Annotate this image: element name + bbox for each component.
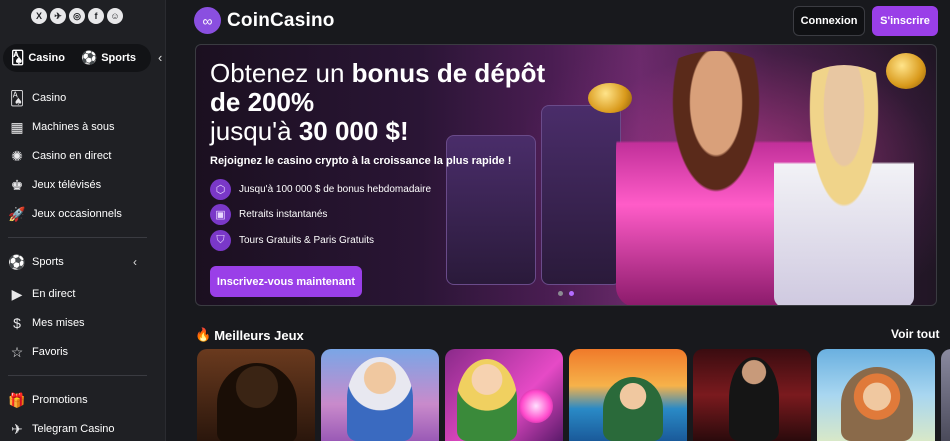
sidebar-item-label: En direct bbox=[32, 288, 76, 300]
switch-casino-label: Casino bbox=[28, 52, 65, 64]
register-now-button[interactable]: Inscrivez-vous maintenant bbox=[210, 266, 362, 297]
banner-title-part: jusqu'à bbox=[210, 116, 299, 146]
x-icon[interactable]: X bbox=[31, 8, 47, 24]
slot-machine-icon: ▦ bbox=[10, 118, 24, 135]
game-art-character bbox=[217, 363, 297, 441]
game-art-character bbox=[347, 357, 413, 441]
game-art-character bbox=[729, 357, 779, 441]
coins-icon: $ bbox=[13, 315, 21, 331]
sidebar-item-tv-games[interactable]: ♚ Jeux télévisés bbox=[8, 175, 101, 195]
banner-title-part: Obtenez un bbox=[210, 58, 352, 88]
banner-feature: ▣ Retraits instantanés bbox=[210, 204, 327, 225]
sidebar-item-slots[interactable]: ▦ Machines à sous bbox=[8, 117, 115, 137]
facebook-icon[interactable]: f bbox=[88, 8, 104, 24]
sidebar-item-my-bets[interactable]: $ Mes mises bbox=[8, 313, 85, 333]
sports-icon: ⚽ bbox=[81, 50, 98, 65]
banner-title: Obtenez un bonus de dépôt de 200% jusqu'… bbox=[210, 59, 570, 146]
telegram-icon[interactable]: ✈ bbox=[50, 8, 66, 24]
sidebar-item-label: Casino en direct bbox=[32, 150, 112, 162]
switch-sports[interactable]: ⚽ Sports bbox=[73, 44, 144, 72]
sidebar-item-promotions[interactable]: 🎁 Promotions bbox=[8, 390, 88, 410]
sidebar-item-label: Favoris bbox=[32, 346, 69, 358]
withdraw-icon: ▣ bbox=[210, 204, 231, 225]
divider bbox=[8, 375, 147, 376]
sidebar-item-label: Sports bbox=[32, 256, 64, 268]
carousel-dots bbox=[558, 291, 574, 296]
sidebar-item-telegram-casino[interactable]: ✈ Telegram Casino bbox=[8, 419, 115, 439]
fire-icon: 🔥 bbox=[195, 327, 212, 342]
banner-title-amount: 30 000 $! bbox=[298, 116, 409, 146]
game-tile[interactable] bbox=[817, 349, 935, 441]
bonus-icon: ⬡ bbox=[210, 179, 231, 200]
sidebar-item-label: Mes mises bbox=[32, 317, 85, 329]
chevron-left-icon[interactable]: ‹ bbox=[133, 255, 137, 269]
see-all-link[interactable]: Voir tout bbox=[891, 327, 939, 341]
banner-subtitle: Rejoignez le casino crypto à la croissan… bbox=[210, 155, 512, 167]
rocket-icon: 🚀 bbox=[8, 205, 26, 222]
game-tile[interactable] bbox=[445, 349, 563, 441]
divider bbox=[8, 237, 147, 238]
sidebar-item-label: Jeux télévisés bbox=[32, 179, 102, 191]
sidebar-item-casual-games[interactable]: 🚀 Jeux occasionnels bbox=[8, 204, 122, 224]
sidebar-item-sports[interactable]: ⚽ Sports bbox=[8, 252, 64, 272]
carousel-dot[interactable] bbox=[558, 291, 563, 296]
game-art-orb bbox=[519, 389, 553, 423]
signup-button[interactable]: S'inscrire bbox=[872, 6, 938, 36]
promo-banner[interactable]: Obtenez un bonus de dépôt de 200% jusqu'… bbox=[195, 44, 937, 306]
star-icon: ☆ bbox=[10, 343, 24, 360]
banner-feature-label: Tours Gratuits & Paris Gratuits bbox=[239, 235, 375, 246]
banner-feature: ⬡ Jusqu'à 100 000 $ de bonus hebdomadair… bbox=[210, 179, 431, 200]
game-thumbnail bbox=[941, 349, 950, 441]
discord-icon[interactable]: ☺ bbox=[107, 8, 123, 24]
sidebar-item-label: Casino bbox=[32, 92, 67, 104]
top-bar: ∞ CoinCasino Connexion S'inscrire bbox=[166, 0, 950, 42]
sidebar-item-casino[interactable]: 🂡 Casino bbox=[8, 88, 66, 108]
casino-sports-switch: 🂡 Casino ⚽ Sports bbox=[3, 44, 151, 72]
sidebar-item-live-casino[interactable]: ✺ Casino en direct bbox=[8, 146, 112, 166]
sidebar-item-label: Jeux occasionnels bbox=[32, 208, 122, 220]
section-title-label: Meilleurs Jeux bbox=[214, 327, 304, 343]
game-art-character bbox=[841, 367, 913, 441]
sidebar-item-label: Promotions bbox=[32, 394, 88, 406]
coincasino-logo-icon: ∞ bbox=[194, 7, 221, 34]
sidebar: X ✈ ◎ f ☺ 🂡 Casino ⚽ Sports ‹ 🂡 Casino ▦… bbox=[0, 0, 166, 441]
switch-sports-label: Sports bbox=[101, 52, 137, 64]
tv-game-icon: ♚ bbox=[10, 176, 24, 193]
game-tile[interactable] bbox=[569, 349, 687, 441]
banner-feature-label: Jusqu'à 100 000 $ de bonus hebdomadaire bbox=[239, 184, 432, 195]
switch-casino[interactable]: 🂡 Casino bbox=[3, 44, 73, 72]
sidebar-item-live[interactable]: ▶ En direct bbox=[8, 284, 76, 304]
game-tile[interactable] bbox=[693, 349, 811, 441]
roulette-icon: ✺ bbox=[11, 147, 23, 164]
sidebar-item-label: Telegram Casino bbox=[32, 423, 115, 435]
login-button[interactable]: Connexion bbox=[793, 6, 865, 36]
game-tile[interactable] bbox=[941, 349, 950, 441]
sports-icon: ⚽ bbox=[8, 253, 26, 270]
instagram-icon[interactable]: ◎ bbox=[69, 8, 85, 24]
social-links: X ✈ ◎ f ☺ bbox=[31, 8, 123, 24]
game-tile[interactable] bbox=[321, 349, 439, 441]
game-art-character bbox=[457, 359, 517, 441]
play-icon: ▶ bbox=[11, 285, 23, 302]
game-art-character bbox=[603, 377, 663, 441]
carousel-dot-active[interactable] bbox=[569, 291, 574, 296]
gift-icon: 🎁 bbox=[8, 391, 26, 408]
section-title: 🔥 Meilleurs Jeux bbox=[195, 327, 304, 343]
shield-icon: ⛉ bbox=[210, 230, 231, 251]
collapse-sidebar-icon[interactable]: ‹ bbox=[158, 50, 162, 65]
banner-feature-label: Retraits instantanés bbox=[239, 209, 328, 220]
brand-name: CoinCasino bbox=[227, 9, 335, 31]
banner-feature: ⛉ Tours Gratuits & Paris Gratuits bbox=[210, 230, 374, 251]
cards-icon: 🂡 bbox=[9, 89, 25, 106]
game-tile[interactable] bbox=[197, 349, 315, 441]
cards-icon: 🂡 bbox=[11, 50, 25, 65]
sidebar-item-label: Machines à sous bbox=[32, 121, 115, 133]
brand-logo[interactable]: ∞ CoinCasino bbox=[194, 7, 335, 34]
sidebar-item-favorites[interactable]: ☆ Favoris bbox=[8, 342, 68, 362]
hostess-figure-art bbox=[774, 65, 914, 305]
telegram-casino-icon: ✈ bbox=[11, 420, 23, 437]
